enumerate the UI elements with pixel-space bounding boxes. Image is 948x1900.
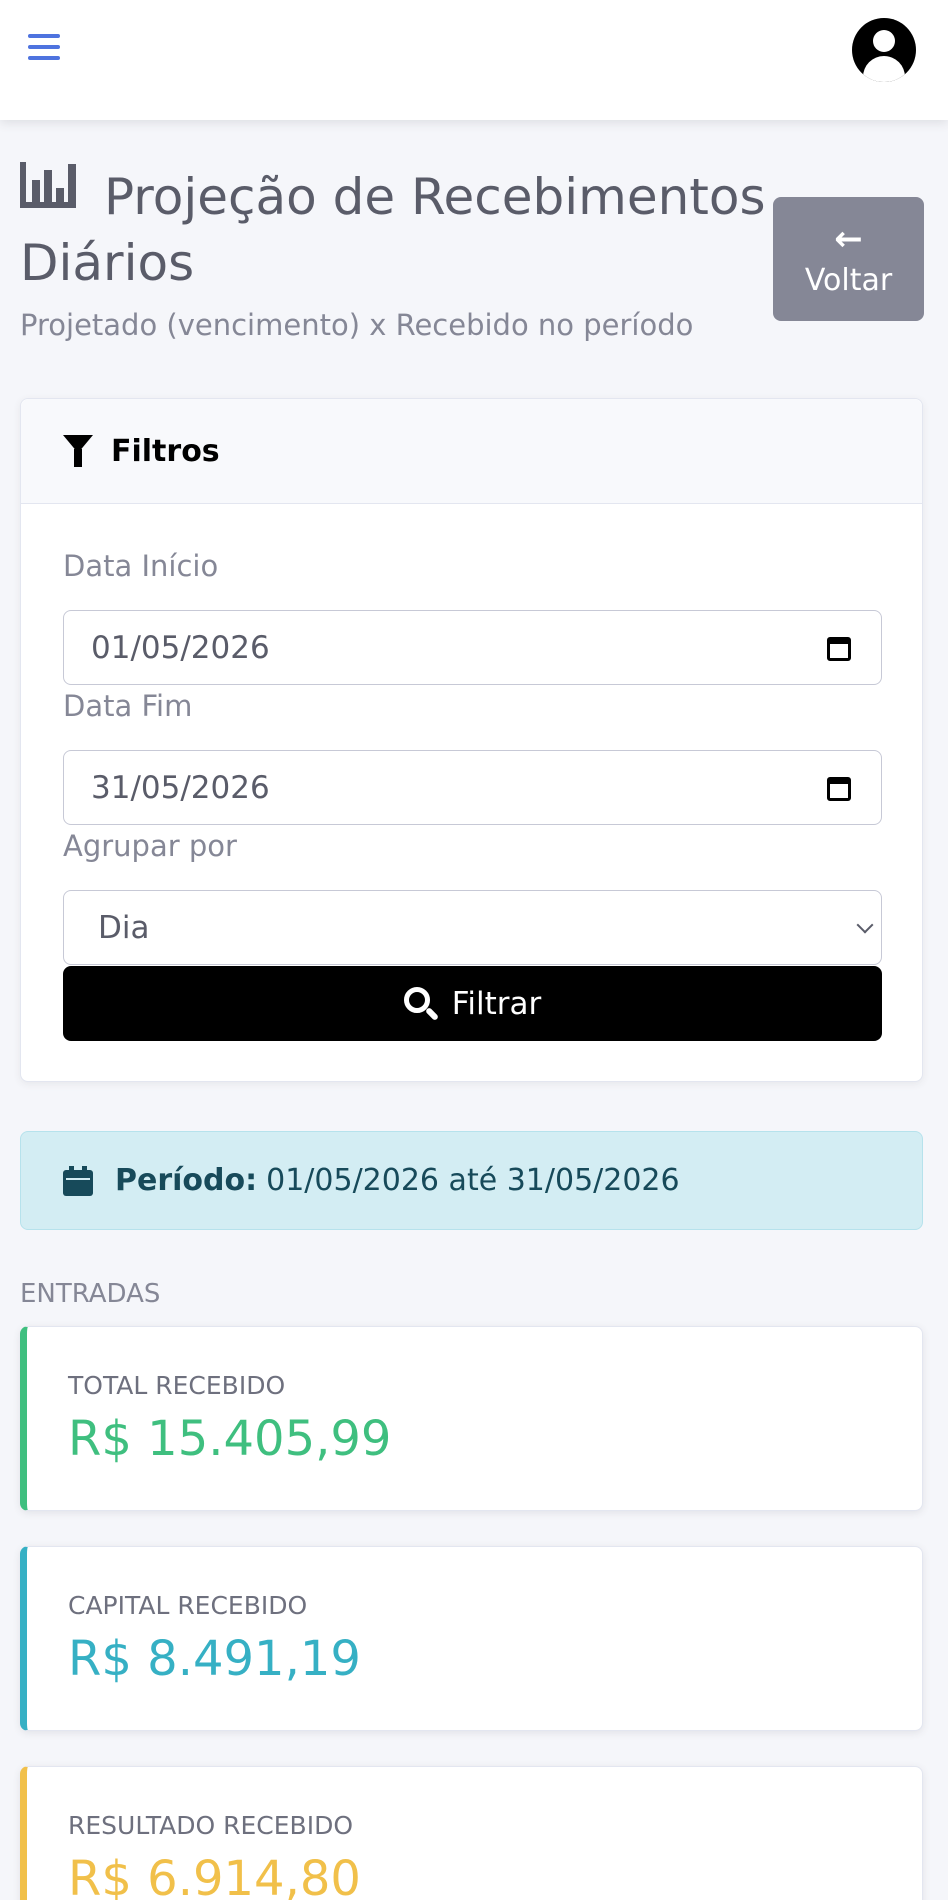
back-button-label: Voltar <box>804 262 893 298</box>
period-alert: Período: 01/05/2026 até 31/05/2026 <box>20 1131 923 1230</box>
filter-button[interactable]: Filtrar <box>63 966 882 1041</box>
end-date-value: 31/05/2026 <box>91 769 270 806</box>
start-date-input[interactable]: 01/05/2026 <box>63 610 882 685</box>
user-avatar-icon[interactable] <box>852 18 916 82</box>
bar-chart-icon <box>20 162 76 208</box>
metric-label: RESULTADO RECEBIDO <box>68 1811 353 1840</box>
back-button[interactable]: ← Voltar <box>773 197 924 321</box>
filters-card-header: Filtros <box>21 399 922 504</box>
period-label: Período: <box>115 1163 258 1198</box>
resultado-recebido-card: RESULTADO RECEBIDO R$ 6.914,80 <box>20 1766 923 1900</box>
top-navbar <box>0 0 948 120</box>
entradas-section-label: ENTRADAS <box>20 1279 161 1309</box>
page-title-text: Projeção de Recebimentos Diários <box>20 168 766 292</box>
metric-value: R$ 15.405,99 <box>68 1411 392 1467</box>
arrow-left-icon: ← <box>834 218 863 259</box>
end-date-input[interactable]: 31/05/2026 <box>63 750 882 825</box>
period-value: 01/05/2026 até 31/05/2026 <box>266 1163 680 1198</box>
search-icon <box>403 986 439 1021</box>
total-recebido-card: TOTAL RECEBIDO R$ 15.405,99 <box>20 1326 923 1511</box>
metric-value: R$ 6.914,80 <box>68 1851 361 1900</box>
calendar-picker-icon[interactable] <box>827 637 851 661</box>
page-title: Projeção de Recebimentos Diários <box>20 162 780 296</box>
group-by-label: Agrupar por <box>63 829 237 863</box>
group-by-value: Dia <box>98 909 150 946</box>
end-date-label: Data Fim <box>63 689 193 723</box>
hamburger-menu-icon[interactable] <box>28 34 60 60</box>
filter-icon <box>63 435 93 467</box>
metric-value: R$ 8.491,19 <box>68 1631 361 1687</box>
filters-title: Filtros <box>111 433 220 469</box>
page-subtitle: Projetado (vencimento) x Recebido no per… <box>20 308 694 342</box>
start-date-value: 01/05/2026 <box>91 629 270 666</box>
calendar-picker-icon[interactable] <box>827 777 851 801</box>
metric-label: CAPITAL RECEBIDO <box>68 1591 308 1620</box>
filters-card: Filtros Data Início 01/05/2026 Data Fim … <box>20 398 923 1082</box>
filter-button-label: Filtrar <box>451 985 542 1022</box>
group-by-select[interactable]: Dia <box>63 890 882 965</box>
chevron-down-icon <box>856 916 874 934</box>
capital-recebido-card: CAPITAL RECEBIDO R$ 8.491,19 <box>20 1546 923 1731</box>
start-date-label: Data Início <box>63 549 219 583</box>
metric-label: TOTAL RECEBIDO <box>68 1371 286 1400</box>
calendar-icon <box>63 1165 93 1196</box>
